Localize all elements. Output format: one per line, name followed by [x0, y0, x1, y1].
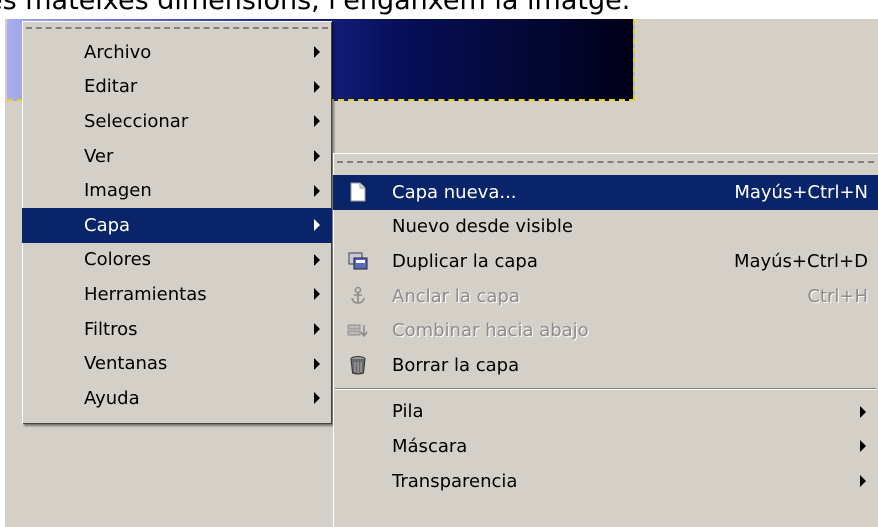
- shortcut-label: Mayús+Ctrl+N: [734, 181, 868, 203]
- menu-item-herramientas[interactable]: Herramientas: [22, 277, 332, 312]
- menu-item-label: Borrar la capa: [392, 354, 520, 376]
- menu-item-ver[interactable]: Ver: [22, 139, 332, 174]
- duplicate-layer-icon: [348, 252, 368, 270]
- menu-item-filtros[interactable]: Filtros: [22, 312, 332, 347]
- menu-item-label: Capa: [84, 214, 131, 236]
- tearoff-line[interactable]: [333, 153, 878, 175]
- menu-item-combinar-hacia-abajo[interactable]: Combinar hacia abajo: [333, 313, 878, 348]
- menu-item-colores[interactable]: Colores: [22, 243, 332, 278]
- submenu-arrow-icon: [314, 115, 320, 128]
- menu-item-borrar-capa[interactable]: Borrar la capa: [333, 348, 878, 383]
- submenu-arrow-icon: [314, 357, 320, 370]
- menu-item-label: Ventanas: [84, 353, 168, 375]
- new-page-icon: [350, 182, 366, 202]
- submenu-arrow-icon: [314, 392, 320, 405]
- menu-item-capa[interactable]: Capa: [22, 207, 332, 243]
- submenu-arrow-icon: [860, 405, 866, 418]
- menu-separator: [333, 383, 878, 395]
- menu-item-pila[interactable]: Pila: [333, 395, 878, 430]
- submenu-arrow-icon: [314, 323, 320, 336]
- menu-item-editar[interactable]: Editar: [22, 70, 332, 105]
- submenu-arrow-icon: [314, 253, 320, 266]
- submenu-arrow-icon: [314, 184, 320, 197]
- menu-item-label: Transparencia: [392, 470, 518, 492]
- menu-item-label: Imagen: [84, 180, 152, 202]
- menu-item-ventanas[interactable]: Ventanas: [22, 346, 332, 381]
- menu-item-archivo[interactable]: Archivo: [22, 35, 332, 70]
- merge-down-icon: [347, 324, 368, 337]
- anchor-icon: [351, 286, 365, 304]
- menu-item-seleccionar[interactable]: Seleccionar: [22, 104, 332, 139]
- menu-item-label: Duplicar la capa: [392, 250, 538, 272]
- menu-item-label: Seleccionar: [84, 110, 189, 132]
- menu-item-label: Herramientas: [84, 283, 207, 305]
- menu-item-label: Anclar la capa: [392, 285, 520, 307]
- submenu-arrow-icon: [314, 80, 320, 93]
- submenu-arrow-icon: [860, 440, 866, 453]
- menu-item-ayuda[interactable]: Ayuda: [22, 381, 332, 416]
- menu-item-label: Ayuda: [84, 387, 140, 409]
- menu-item-nuevo-desde-visible[interactable]: Nuevo desde visible: [333, 210, 878, 245]
- caption-text: es mateixes dimensions, l'enganxem la im…: [0, 0, 631, 16]
- menu-item-duplicar-capa[interactable]: Duplicar la capa Mayús+Ctrl+D: [333, 244, 878, 279]
- trash-icon: [350, 356, 366, 375]
- menu-item-label: Ver: [84, 145, 114, 167]
- submenu-arrow-icon: [314, 288, 320, 301]
- menu-item-label: Archivo: [84, 41, 152, 63]
- shortcut-label: Mayús+Ctrl+D: [733, 250, 868, 272]
- submenu-arrow-icon: [314, 46, 320, 59]
- tearoff-line[interactable]: [22, 21, 332, 35]
- submenu-arrow-icon: [860, 475, 866, 488]
- menu-item-label: Colores: [84, 249, 152, 271]
- menu-item-label: Capa nueva...: [392, 181, 517, 203]
- menu-item-imagen[interactable]: Imagen: [22, 173, 332, 208]
- menu-item-label: Máscara: [392, 435, 468, 457]
- submenu-arrow-icon: [314, 219, 320, 232]
- menu-item-mascara[interactable]: Máscara: [333, 429, 878, 464]
- submenu-arrow-icon: [314, 150, 320, 163]
- menu-item-capa-nueva[interactable]: Capa nueva... Mayús+Ctrl+N: [333, 175, 878, 210]
- layer-submenu: Capa nueva... Mayús+Ctrl+N Nuevo desde v…: [333, 153, 878, 527]
- menu-item-label: Editar: [84, 76, 138, 98]
- shortcut-label: Ctrl+H: [807, 285, 868, 307]
- menu-item-transparencia[interactable]: Transparencia: [333, 464, 878, 499]
- menu-item-label: Nuevo desde visible: [392, 216, 573, 238]
- menu-item-anclar-capa[interactable]: Anclar la capa Ctrl+H: [333, 279, 878, 314]
- image-context-menu: Archivo Editar Seleccionar Ver Imagen Ca…: [22, 21, 332, 424]
- menu-item-label: Pila: [392, 401, 424, 423]
- menu-item-label: Combinar hacia abajo: [392, 320, 589, 342]
- menu-item-label: Filtros: [84, 318, 138, 340]
